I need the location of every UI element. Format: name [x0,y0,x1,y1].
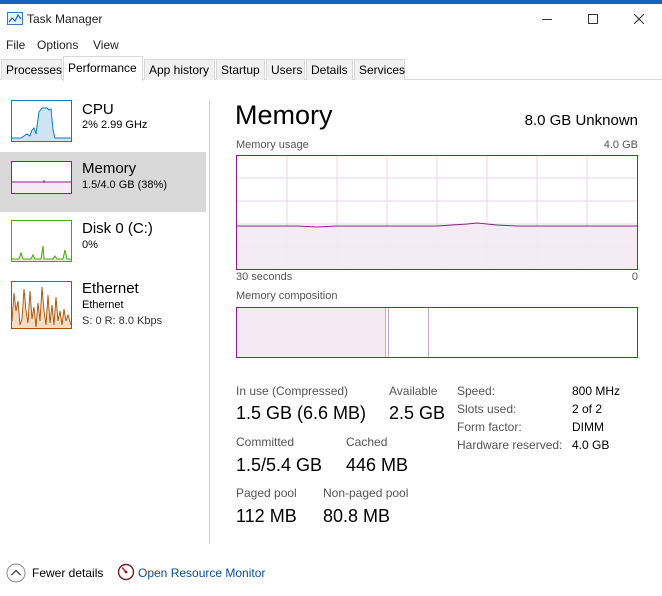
paged-pool-label: Paged pool [236,486,297,500]
hardware-reserved-label: Hardware reserved: [457,438,563,452]
sidebar-label-ethernet: Ethernet [82,280,139,297]
open-resource-monitor-link[interactable]: Open Resource Monitor [138,566,265,580]
committed-label: Committed [236,435,295,449]
non-paged-pool-label: Non-paged pool [323,486,409,500]
cpu-graph-icon [11,100,72,142]
sidebar-item-disk[interactable]: Disk 0 (C:) 0% [0,219,206,279]
sidebar-item-memory[interactable]: Memory 1.5/4.0 GB (38%) [0,152,206,212]
sidebar-label-memory: Memory [82,160,137,177]
in-use-value: 1.5 GB (6.6 MB) [236,403,367,423]
available-value: 2.5 GB [389,403,446,423]
close-button[interactable] [616,4,662,34]
tab-details[interactable]: Details [306,59,353,80]
maximize-icon [588,14,598,24]
paged-pool-value: 112 MB [236,506,297,526]
window-title: Task Manager [27,12,103,26]
fewer-details-button[interactable]: Fewer details [32,566,103,580]
sidebar-value-disk: 0% [82,239,98,251]
page-title: Memory [235,100,333,130]
memory-usage-max: 4.0 GB [603,139,638,151]
collapse-chevron-icon[interactable] [6,563,26,583]
sidebar-item-ethernet[interactable]: Ethernet Ethernet S: 0 R: 8.0 Kbps [0,280,206,340]
graph-time-span: 30 seconds [236,271,293,283]
form-factor-value: DIMM [572,420,604,434]
tab-users[interactable]: Users [266,59,305,80]
sidebar-item-cpu[interactable]: CPU 2% 2.99 GHz [0,99,206,159]
committed-value: 1.5/5.4 GB [236,455,323,475]
tab-app-history[interactable]: App history [144,59,215,80]
maximize-button[interactable] [570,4,616,34]
cached-value: 446 MB [346,455,409,475]
memory-composition-bar [236,307,638,358]
minimize-icon [542,19,552,20]
ethernet-graph-icon [11,281,72,329]
hardware-reserved-value: 4.0 GB [572,438,610,452]
slots-used-value: 2 of 2 [572,402,603,416]
close-icon [634,14,644,24]
in-use-label: In use (Compressed) [236,384,349,398]
speed-value: 800 MHz [572,384,621,398]
memory-graph-icon [11,161,72,194]
memory-usage-chart [237,156,637,269]
graph-time-end: 0 [631,271,638,283]
non-paged-pool-value: 80.8 MB [323,506,391,526]
task-manager-icon [7,12,23,25]
form-factor-label: Form factor: [457,420,522,434]
menu-file[interactable]: File [6,38,25,52]
tab-bar: Processes Performance App history Startu… [0,56,662,81]
sidebar-value-memory: 1.5/4.0 GB (38%) [82,179,167,191]
minimize-button[interactable] [524,4,570,34]
tab-processes[interactable]: Processes [1,59,62,80]
sidebar-label-cpu: CPU [82,101,114,118]
title-bar[interactable]: Task Manager [0,4,662,34]
sidebar-value-ethernet-adapter: Ethernet [82,299,124,311]
panel-divider [209,100,210,544]
menu-view[interactable]: View [93,38,119,52]
cached-label: Cached [346,435,388,449]
available-label: Available [389,384,438,398]
memory-capacity: 8.0 GB Unknown [524,112,638,129]
tab-startup[interactable]: Startup [216,59,265,80]
sidebar-value-cpu: 2% 2.99 GHz [82,119,148,131]
memory-usage-graph [236,155,638,270]
memory-composition-label: Memory composition [236,290,338,302]
memory-composition-chart [237,308,429,357]
slots-used-label: Slots used: [457,402,517,416]
memory-usage-label: Memory usage [236,139,309,151]
disk-graph-icon [11,220,72,262]
menu-options[interactable]: Options [37,38,78,52]
menu-bar: File Options View [0,34,662,56]
sidebar-value-ethernet-throughput: S: 0 R: 8.0 Kbps [82,315,163,327]
sidebar-label-disk: Disk 0 (C:) [82,220,153,237]
tab-services[interactable]: Services [354,59,405,80]
resource-monitor-icon [117,563,135,581]
tab-performance[interactable]: Performance [63,56,143,81]
speed-label: Speed: [457,384,496,398]
